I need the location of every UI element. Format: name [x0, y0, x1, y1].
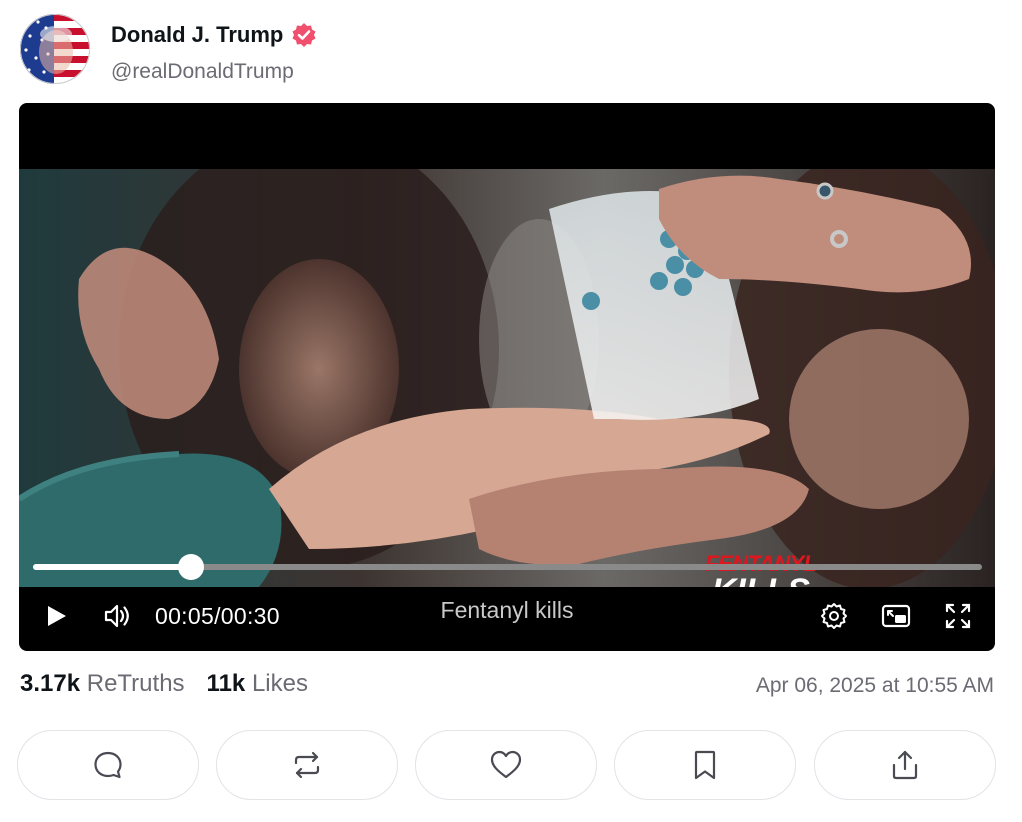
author-name[interactable]: Donald J. Trump	[111, 22, 283, 48]
video-controls: Fentanyl kills 00:05/00:30	[19, 587, 995, 651]
bookmark-button[interactable]	[614, 730, 796, 800]
reply-button[interactable]	[17, 730, 199, 800]
retruths-count: 3.17k	[20, 670, 81, 697]
picture-in-picture-icon[interactable]	[881, 601, 911, 631]
current-time: 00:05	[155, 603, 215, 629]
fentanyl-kills-overlay: FENTANYL KILLS	[705, 553, 817, 588]
heart-icon	[490, 750, 522, 779]
post-stats: 3.17k ReTruths 11k Likes	[20, 670, 308, 698]
retruths-stat[interactable]: 3.17k ReTruths	[20, 670, 185, 697]
bookmark-icon	[694, 750, 716, 780]
likes-stat[interactable]: 11k Likes	[207, 670, 308, 697]
post-timestamp: Apr 06, 2025 at 10:55 AM	[755, 674, 994, 697]
share-button[interactable]	[814, 730, 996, 800]
progress-thumb[interactable]	[178, 554, 205, 580]
verified-badge-icon	[291, 22, 317, 48]
likes-label: Likes	[251, 670, 308, 697]
duration: 00:30	[220, 603, 280, 629]
like-button[interactable]	[415, 730, 597, 800]
author-handle[interactable]: @realDonaldTrump	[111, 60, 294, 84]
share-icon	[892, 750, 918, 780]
repost-icon	[294, 751, 320, 779]
action-bar	[17, 730, 999, 802]
retruth-button[interactable]	[216, 730, 398, 800]
volume-icon[interactable]	[103, 601, 133, 631]
avatar[interactable]	[20, 14, 90, 84]
progress-fill	[33, 564, 192, 570]
time-separator: /	[214, 603, 221, 629]
overlay-line2: KILLS	[705, 574, 817, 587]
play-icon[interactable]	[41, 601, 71, 631]
video-still-image	[19, 169, 995, 587]
video-player[interactable]: FENTANYL KILLS Fentanyl kills 00:05/00:3…	[19, 103, 995, 651]
gear-icon[interactable]	[819, 601, 849, 631]
progress-bar[interactable]	[33, 554, 982, 580]
post-header: Donald J. Trump @realDonaldTrump	[20, 14, 620, 88]
likes-count: 11k	[206, 670, 246, 697]
flag-portrait-avatar-icon	[20, 14, 90, 84]
comment-icon	[94, 751, 122, 779]
time-display: 00:05/00:30	[155, 603, 280, 630]
fullscreen-icon[interactable]	[943, 601, 973, 631]
retruths-label: ReTruths	[86, 670, 185, 697]
video-frame[interactable]: FENTANYL KILLS	[19, 169, 995, 587]
